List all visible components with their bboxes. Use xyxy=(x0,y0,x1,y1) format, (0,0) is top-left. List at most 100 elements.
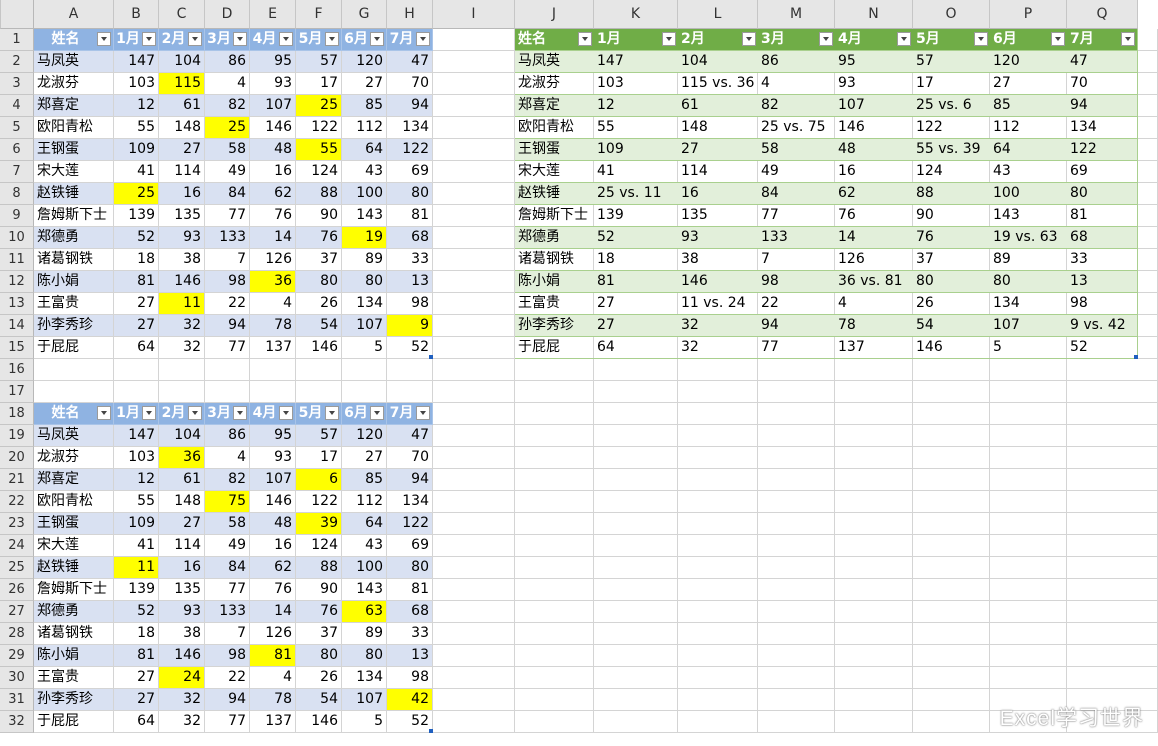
table1-cell[interactable]: 76 xyxy=(250,205,296,227)
table2-cell[interactable]: 69 xyxy=(387,535,433,557)
row-header-16[interactable]: 16 xyxy=(0,359,34,381)
table1-cell[interactable]: 82 xyxy=(205,95,250,117)
table2-cell[interactable]: 32 xyxy=(159,711,205,733)
cell-J31[interactable] xyxy=(515,689,594,711)
cell-P30[interactable] xyxy=(990,667,1067,689)
row-header-19[interactable]: 19 xyxy=(0,425,34,447)
table2-cell[interactable]: 98 xyxy=(205,645,250,667)
cell-I9[interactable] xyxy=(433,205,515,227)
cell-O16[interactable] xyxy=(913,359,990,381)
table1-cell[interactable]: 134 xyxy=(342,293,387,315)
cell-I22[interactable] xyxy=(433,491,515,513)
table2-cell[interactable]: 赵铁锤 xyxy=(34,557,114,579)
table2-cell[interactable]: 77 xyxy=(205,711,250,733)
table2-cell[interactable]: 41 xyxy=(114,535,159,557)
cell-P22[interactable] xyxy=(990,491,1067,513)
table2-cell[interactable]: 139 xyxy=(114,579,159,601)
cell-J26[interactable] xyxy=(515,579,594,601)
table2-cell[interactable]: 94 xyxy=(387,469,433,491)
table2-cell[interactable]: 82 xyxy=(205,469,250,491)
cell-L22[interactable] xyxy=(678,491,758,513)
table3-cell[interactable]: 陈小娟 xyxy=(515,271,594,293)
cell-N21[interactable] xyxy=(835,469,913,491)
table3-cell[interactable]: 27 xyxy=(594,315,678,337)
table3-cell[interactable]: 70 xyxy=(1067,73,1138,95)
table2-header-3[interactable]: 3月 xyxy=(205,403,250,425)
filter-dropdown-icon[interactable] xyxy=(370,32,384,46)
table3-cell[interactable]: 69 xyxy=(1067,161,1138,183)
filter-dropdown-icon[interactable] xyxy=(416,406,430,420)
filter-dropdown-icon[interactable] xyxy=(188,32,202,46)
table3-cell[interactable]: 139 xyxy=(594,205,678,227)
table3-cell[interactable]: 80 xyxy=(990,271,1067,293)
table3-cell[interactable]: 41 xyxy=(594,161,678,183)
row-header-21[interactable]: 21 xyxy=(0,469,34,491)
cell-K19[interactable] xyxy=(594,425,678,447)
cell-F16[interactable] xyxy=(296,359,342,381)
table2-cell[interactable]: 26 xyxy=(296,667,342,689)
table1-cell[interactable]: 93 xyxy=(250,73,296,95)
cell-N19[interactable] xyxy=(835,425,913,447)
table3-cell[interactable]: 7 xyxy=(758,249,835,271)
column-header-H[interactable]: H xyxy=(387,0,433,29)
row-header-12[interactable]: 12 xyxy=(0,271,34,293)
table1-cell[interactable]: 11 xyxy=(159,293,205,315)
table1-header-0[interactable]: 姓名 xyxy=(34,29,114,51)
table3-cell[interactable]: 宋大莲 xyxy=(515,161,594,183)
table1-cell[interactable]: 58 xyxy=(205,139,250,161)
table3-cell[interactable]: 54 xyxy=(913,315,990,337)
table2-cell[interactable]: 6 xyxy=(296,469,342,491)
filter-dropdown-icon[interactable] xyxy=(142,406,156,420)
table1-cell[interactable]: 94 xyxy=(387,95,433,117)
cell-O25[interactable] xyxy=(913,557,990,579)
table3-cell[interactable]: 114 xyxy=(678,161,758,183)
filter-dropdown-icon[interactable] xyxy=(974,32,988,46)
table2-cell[interactable]: 孙李秀珍 xyxy=(34,689,114,711)
cell-N20[interactable] xyxy=(835,447,913,469)
filter-dropdown-icon[interactable] xyxy=(279,406,293,420)
table2-header-6[interactable]: 6月 xyxy=(342,403,387,425)
column-header-N[interactable]: N xyxy=(835,0,913,29)
table3-cell[interactable]: 89 xyxy=(990,249,1067,271)
cell-D16[interactable] xyxy=(205,359,250,381)
table1-cell[interactable]: 147 xyxy=(114,51,159,73)
cell-P21[interactable] xyxy=(990,469,1067,491)
table2-cell[interactable]: 95 xyxy=(250,425,296,447)
row-header-4[interactable]: 4 xyxy=(0,95,34,117)
table3-cell[interactable]: 25 vs. 6 xyxy=(913,95,990,117)
table3-cell[interactable]: 32 xyxy=(678,337,758,359)
cell-J16[interactable] xyxy=(515,359,594,381)
cell-J27[interactable] xyxy=(515,601,594,623)
table2-cell[interactable]: 27 xyxy=(114,689,159,711)
table3-cell[interactable]: 122 xyxy=(913,117,990,139)
cell-K25[interactable] xyxy=(594,557,678,579)
cell-Q30[interactable] xyxy=(1067,667,1158,689)
cell-I6[interactable] xyxy=(433,139,515,161)
cell-I19[interactable] xyxy=(433,425,515,447)
table2-cell[interactable]: 80 xyxy=(296,645,342,667)
cell-J24[interactable] xyxy=(515,535,594,557)
table3-cell[interactable]: 126 xyxy=(835,249,913,271)
cell-B16[interactable] xyxy=(114,359,159,381)
table3-cell[interactable]: 146 xyxy=(678,271,758,293)
table2-cell[interactable]: 7 xyxy=(205,623,250,645)
table1-cell[interactable]: 64 xyxy=(114,337,159,359)
table3-cell[interactable]: 85 xyxy=(990,95,1067,117)
cell-P25[interactable] xyxy=(990,557,1067,579)
table2-cell[interactable]: 80 xyxy=(342,645,387,667)
cell-Q21[interactable] xyxy=(1067,469,1158,491)
cell-J29[interactable] xyxy=(515,645,594,667)
cell-K24[interactable] xyxy=(594,535,678,557)
table3-cell[interactable]: 36 vs. 81 xyxy=(835,271,913,293)
cell-E16[interactable] xyxy=(250,359,296,381)
table2-cell[interactable]: 76 xyxy=(296,601,342,623)
table3-cell[interactable]: 12 xyxy=(594,95,678,117)
cell-L26[interactable] xyxy=(678,579,758,601)
table3-cell[interactable]: 77 xyxy=(758,205,835,227)
cell-K32[interactable] xyxy=(594,711,678,733)
table1-cell[interactable]: 37 xyxy=(296,249,342,271)
table1-cell[interactable]: 27 xyxy=(342,73,387,95)
table3-cell[interactable]: 27 xyxy=(678,139,758,161)
table1-cell[interactable]: 134 xyxy=(387,117,433,139)
table1-cell[interactable]: 14 xyxy=(250,227,296,249)
